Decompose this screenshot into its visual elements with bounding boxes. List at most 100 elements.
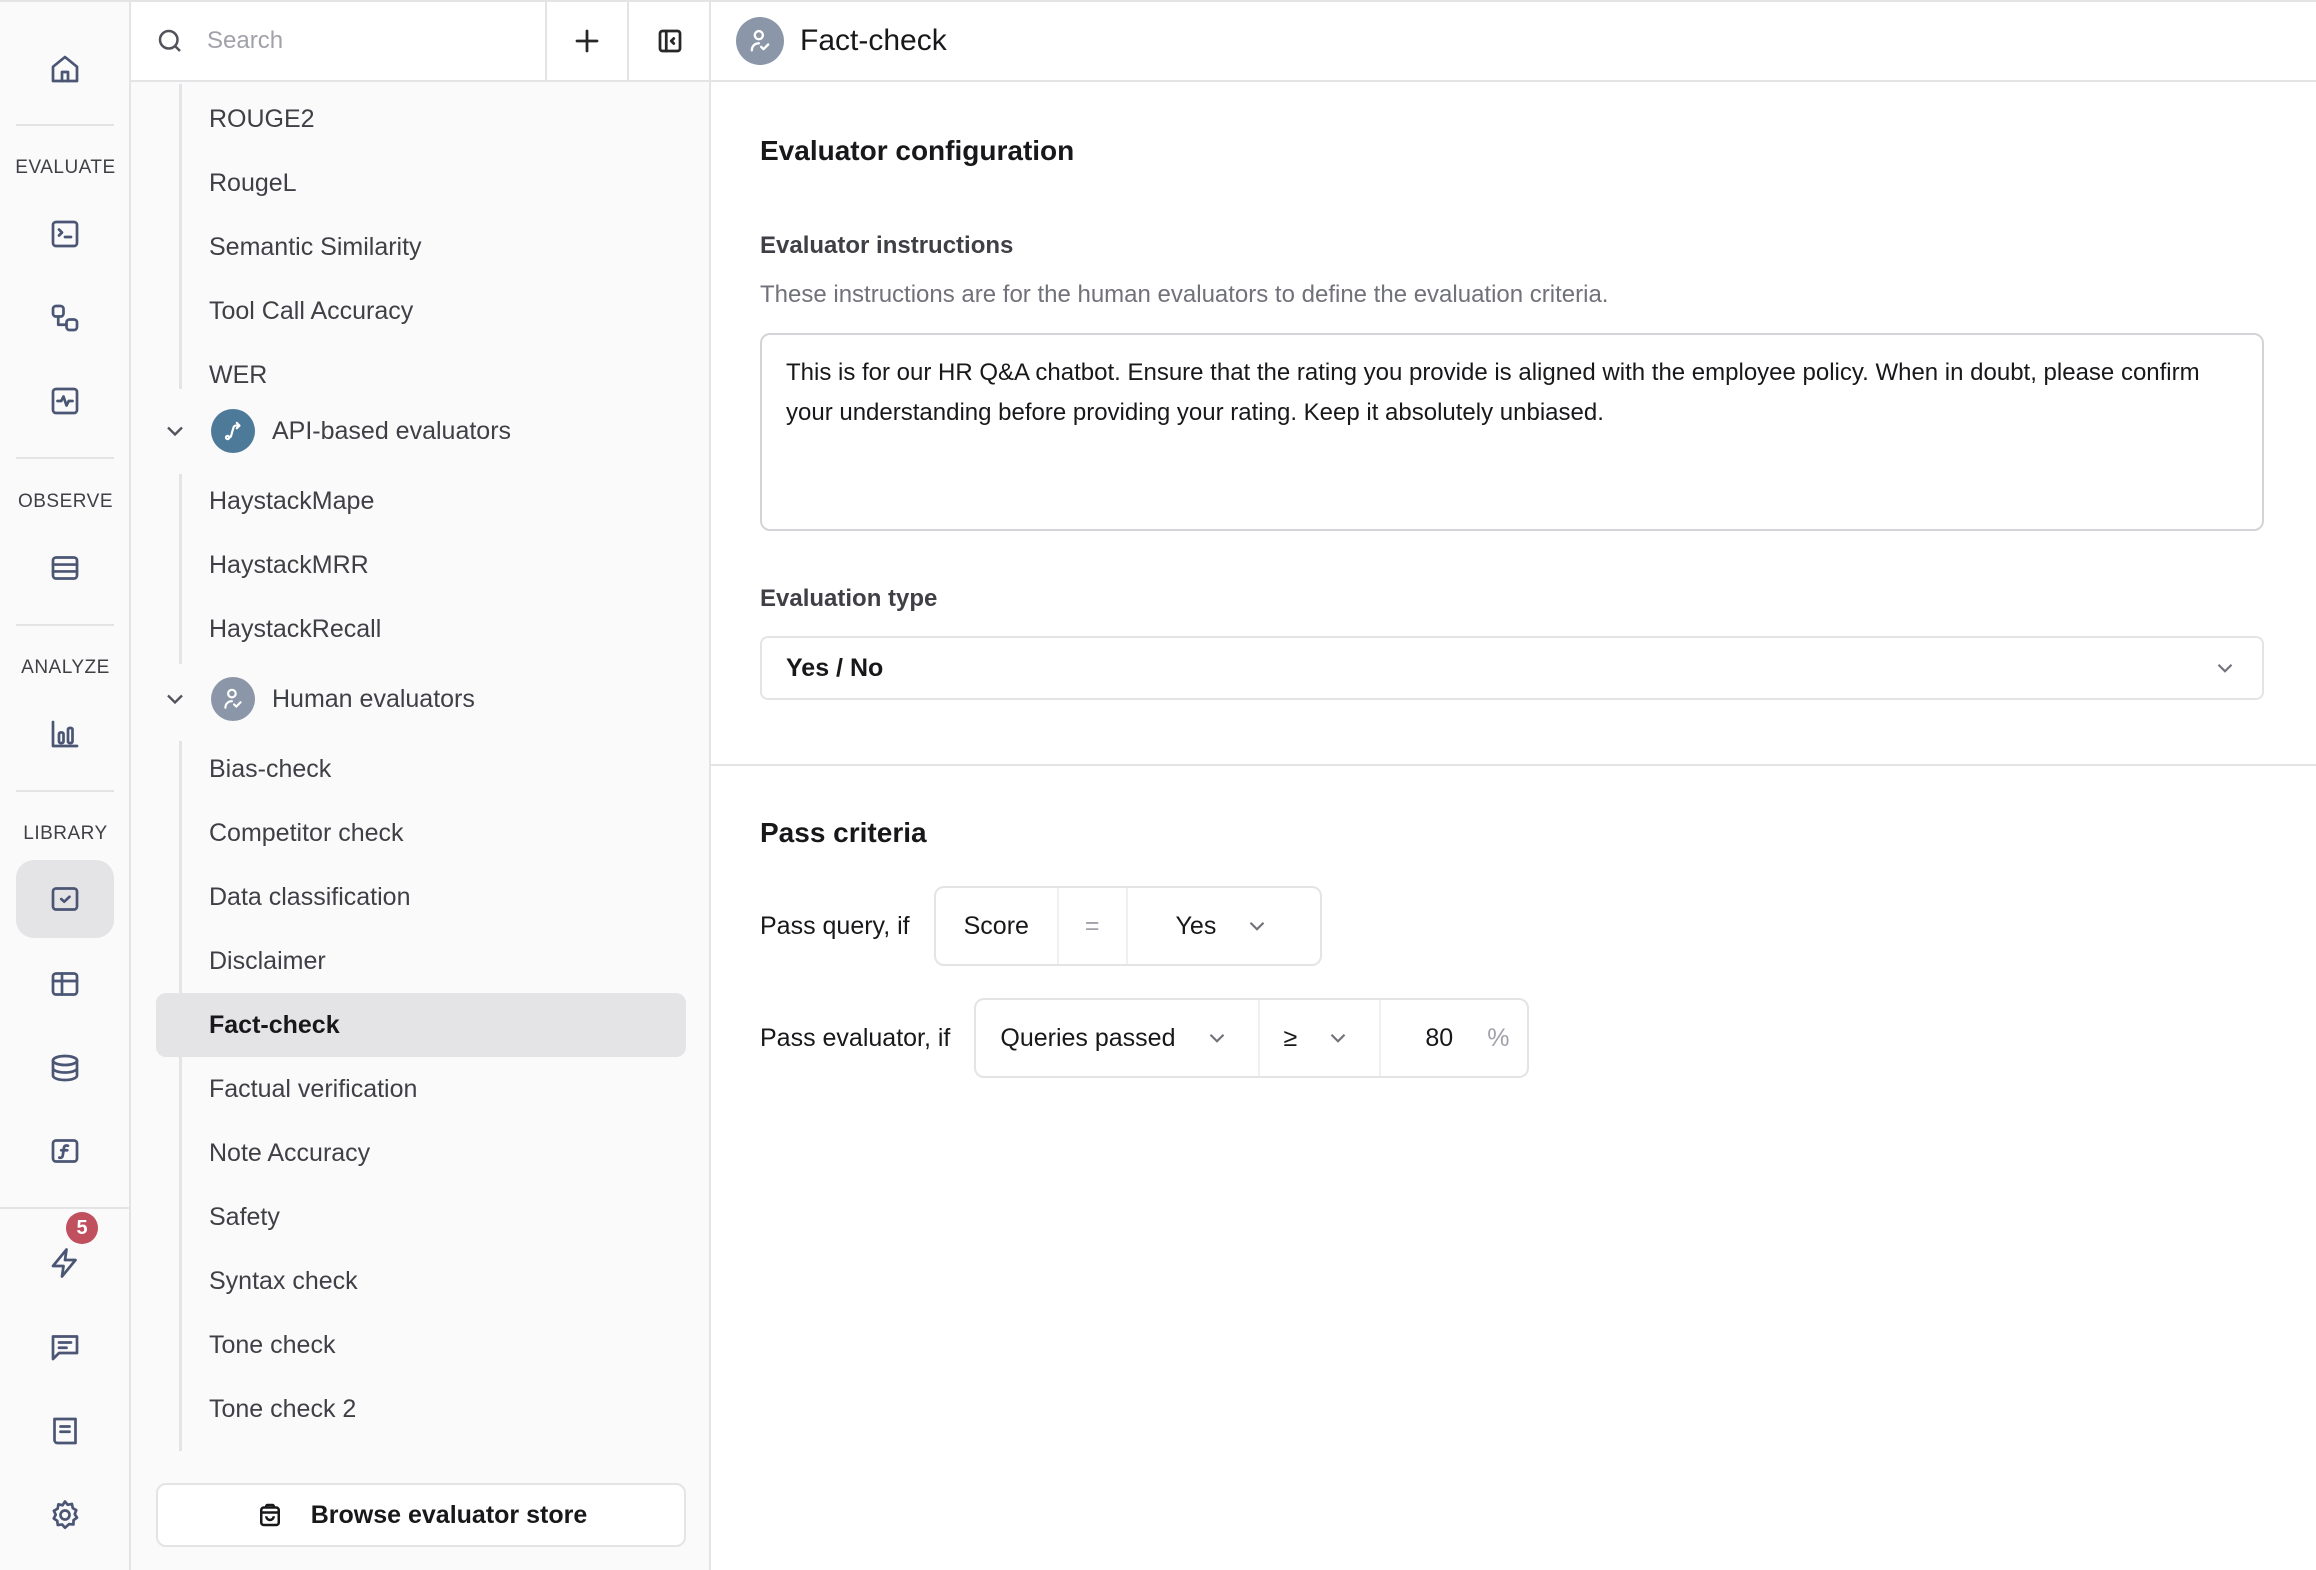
search-icon — [158, 29, 181, 52]
pass-query-condition: Score = Yes — [933, 886, 1323, 966]
nav-workflows[interactable] — [16, 279, 114, 357]
nav-docs[interactable] — [16, 1392, 114, 1470]
nav-database[interactable] — [16, 1029, 114, 1107]
add-evaluator-button[interactable] — [547, 2, 629, 80]
chevron-down-icon — [167, 694, 183, 705]
list-item[interactable]: Data classification — [156, 865, 686, 929]
list-item[interactable]: Factual verification — [156, 1057, 686, 1121]
list-item[interactable]: Syntax check — [156, 1249, 686, 1313]
app-window: EVALUATE OBSERVE ANALYZE LIBRARY 5 Searc… — [0, 0, 2316, 1570]
sidebar-toolbar — [131, 2, 709, 82]
threshold-field[interactable]: % — [1381, 1000, 1527, 1076]
list-item[interactable]: Safety — [156, 1185, 686, 1249]
chevron-down-icon — [1250, 921, 1265, 931]
chevron-down-icon — [1209, 1033, 1224, 1043]
nav-monitoring[interactable] — [16, 362, 114, 440]
settings-icon — [52, 1500, 79, 1530]
list-item[interactable]: ROUGE2 — [156, 87, 686, 151]
pass-evaluator-label: Pass evaluator, if — [760, 1023, 951, 1052]
docs-icon — [53, 1417, 77, 1445]
list-item[interactable]: Disclaimer — [156, 929, 686, 993]
section-divider — [711, 764, 2316, 766]
shopping-bag-icon — [259, 1503, 280, 1527]
logs-icon — [51, 556, 79, 580]
metric-select[interactable]: Queries passed — [976, 1000, 1260, 1076]
threshold-input[interactable] — [1411, 1023, 1468, 1053]
evaluation-type-value: Yes / No — [786, 653, 884, 682]
pass-query-row: Pass query, if Score = Yes — [760, 886, 1323, 966]
rail-divider — [0, 1207, 129, 1209]
nav-analytics[interactable] — [16, 695, 114, 773]
human-check-icon — [736, 17, 784, 65]
list-item[interactable]: Tone check — [156, 1313, 686, 1377]
query-operator: = — [1059, 888, 1128, 964]
lightning-icon — [51, 1248, 77, 1278]
list-item[interactable]: HaystackRecall — [156, 597, 686, 661]
evaluation-type-select[interactable]: Yes / No — [760, 636, 2264, 700]
rail-section-observe: OBSERVE — [17, 491, 114, 512]
notification-badge: 5 — [66, 1212, 98, 1244]
home-icon — [51, 55, 79, 83]
evaluators-icon — [51, 887, 79, 911]
nav-home[interactable] — [16, 30, 114, 108]
pass-evaluator-row: Pass evaluator, if Queries passed ≥ % — [760, 998, 1530, 1078]
list-item[interactable]: Note Accuracy — [156, 1121, 686, 1185]
instructions-textarea[interactable]: This is for our HR Q&A chatbot. Ensure t… — [760, 333, 2264, 531]
icon-rail: EVALUATE OBSERVE ANALYZE LIBRARY 5 — [0, 2, 131, 1570]
rail-section-library: LIBRARY — [23, 823, 108, 844]
nav-evaluators[interactable] — [16, 860, 114, 938]
bar-chart-icon — [51, 720, 79, 748]
list-item[interactable]: Tone check 2 — [156, 1377, 686, 1441]
database-icon — [51, 1054, 79, 1082]
list-item[interactable]: Semantic Similarity — [156, 215, 686, 279]
collapse-sidebar-button[interactable] — [629, 2, 711, 80]
list-item[interactable]: HaystackMape — [156, 469, 686, 533]
list-item-selected[interactable]: Fact-check — [156, 993, 686, 1057]
group-api-based-evaluators[interactable]: API-based evaluators — [161, 399, 511, 463]
list-item[interactable]: Bias-check — [156, 737, 686, 801]
query-field: Score — [936, 888, 1059, 964]
group-human-evaluators[interactable]: Human evaluators — [161, 667, 475, 731]
nav-datasets[interactable] — [16, 945, 114, 1023]
browse-store-label: Browse evaluator store — [310, 1500, 588, 1529]
instructions-help: These instructions are for the human eva… — [760, 281, 1609, 308]
operator-select[interactable]: ≥ — [1260, 1000, 1382, 1076]
api-route-icon — [211, 409, 255, 453]
page-header: Fact-check — [711, 2, 2316, 82]
search-box[interactable] — [131, 2, 547, 80]
table-icon — [51, 972, 79, 996]
metric-value: Queries passed — [1000, 1023, 1176, 1052]
list-item[interactable]: HaystackMRR — [156, 533, 686, 597]
nav-feedback[interactable] — [16, 1308, 114, 1386]
nav-playground[interactable] — [16, 195, 114, 273]
list-item[interactable]: Competitor check — [156, 801, 686, 865]
page-title: Fact-check — [800, 24, 947, 57]
chevron-down-icon — [1330, 1033, 1346, 1043]
rail-section-analyze: ANALYZE — [21, 657, 110, 678]
browse-store-button[interactable]: Browse evaluator store — [156, 1483, 686, 1547]
list-item[interactable]: Tool Call Accuracy — [156, 279, 686, 343]
instructions-label: Evaluator instructions — [760, 232, 1014, 259]
nav-functions[interactable] — [16, 1112, 114, 1190]
operator-value: ≥ — [1283, 1023, 1298, 1052]
rail-divider — [16, 624, 114, 626]
main-panel: Fact-check Evaluator configuration Evalu… — [711, 2, 2316, 1570]
collapse-sidebar-icon — [658, 29, 682, 53]
nav-logs[interactable] — [16, 529, 114, 607]
query-value-select[interactable]: Yes — [1128, 888, 1321, 964]
function-icon — [51, 1139, 79, 1163]
nav-settings[interactable] — [16, 1476, 114, 1554]
percent-unit: % — [1487, 1023, 1510, 1052]
chat-icon — [51, 1335, 79, 1361]
list-item[interactable]: WER — [156, 343, 686, 407]
nav-notifications[interactable] — [16, 1224, 114, 1302]
rail-section-evaluate: EVALUATE — [15, 157, 116, 178]
list-item[interactable]: RougeL — [156, 151, 686, 215]
evaluator-sidebar: ROUGE2 RougeL Semantic Similarity Tool C… — [131, 2, 711, 1570]
pass-evaluator-condition: Queries passed ≥ % — [974, 998, 1530, 1078]
search-input[interactable] — [207, 27, 507, 55]
chevron-down-icon — [2217, 663, 2233, 673]
section-heading-pass-criteria: Pass criteria — [760, 817, 927, 848]
pass-query-label: Pass query, if — [760, 911, 910, 940]
evaluation-type-label: Evaluation type — [760, 585, 938, 612]
